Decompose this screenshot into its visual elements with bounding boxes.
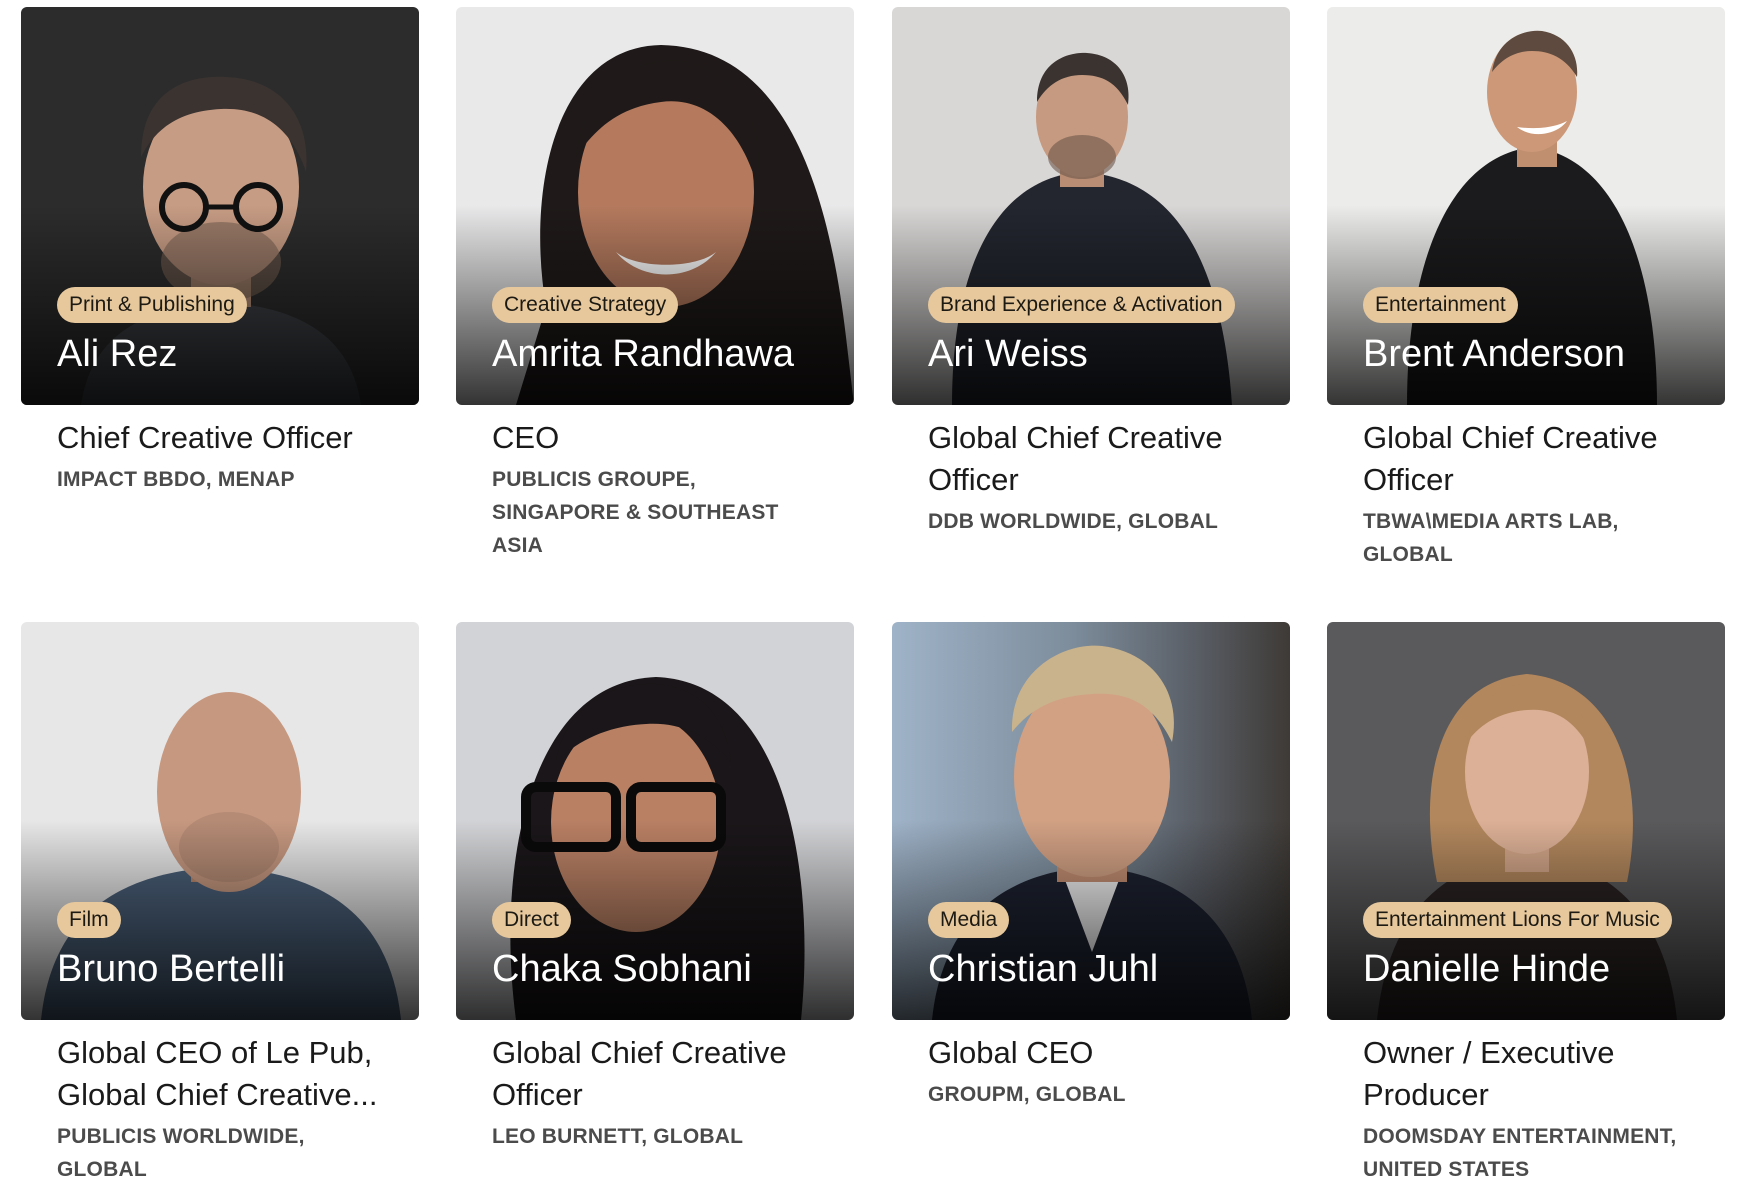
juror-photo[interactable]: Media Christian Juhl bbox=[892, 622, 1290, 1020]
category-tag: Direct bbox=[492, 902, 571, 938]
juror-card[interactable]: Direct Chaka Sobhani Global Chief Creati… bbox=[456, 622, 854, 1153]
juror-photo[interactable]: Entertainment Brent Anderson bbox=[1327, 7, 1725, 405]
juror-card[interactable]: Film Bruno Bertelli Global CEO of Le Pub… bbox=[21, 622, 419, 1186]
juror-role: Global Chief Creative Officer bbox=[492, 1035, 787, 1112]
juror-info: Global CEO GROUPM, GLOBAL bbox=[892, 1020, 1290, 1111]
juror-name[interactable]: Ari Weiss bbox=[928, 332, 1088, 376]
juror-name[interactable]: Danielle Hinde bbox=[1363, 947, 1610, 991]
juror-photo[interactable]: Film Bruno Bertelli bbox=[21, 622, 419, 1020]
category-tag: Entertainment Lions For Music bbox=[1363, 902, 1672, 938]
juror-info: Owner / Executive Producer DOOMSDAY ENTE… bbox=[1327, 1020, 1725, 1186]
juror-company: DDB WORLDWIDE, GLOBAL bbox=[928, 510, 1218, 533]
juror-photo[interactable]: Direct Chaka Sobhani bbox=[456, 622, 854, 1020]
juror-company: DOOMSDAY ENTERTAINMENT, UNITED STATES bbox=[1363, 1125, 1677, 1181]
juror-info: Global Chief Creative Officer DDB WORLDW… bbox=[892, 405, 1290, 538]
category-tag: Print & Publishing bbox=[57, 287, 247, 323]
juror-name[interactable]: Christian Juhl bbox=[928, 947, 1158, 991]
juror-role: Global CEO bbox=[928, 1035, 1094, 1070]
juror-role: CEO bbox=[492, 420, 560, 455]
juror-company: PUBLICIS GROUPE, SINGAPORE & SOUTHEAST A… bbox=[492, 468, 779, 557]
juror-name[interactable]: Bruno Bertelli bbox=[57, 947, 285, 991]
juror-photo[interactable]: Creative Strategy Amrita Randhawa bbox=[456, 7, 854, 405]
juror-info: Chief Creative Officer IMPACT BBDO, MENA… bbox=[21, 405, 419, 496]
juror-role: Global CEO of Le Pub, Global Chief Creat… bbox=[57, 1035, 378, 1112]
juror-name[interactable]: Ali Rez bbox=[57, 332, 177, 376]
juror-company: TBWA\MEDIA ARTS LAB, GLOBAL bbox=[1363, 510, 1619, 566]
juror-info: CEO PUBLICIS GROUPE, SINGAPORE & SOUTHEA… bbox=[456, 405, 854, 562]
juror-info: Global Chief Creative Officer LEO BURNET… bbox=[456, 1020, 854, 1153]
juror-name[interactable]: Brent Anderson bbox=[1363, 332, 1625, 376]
category-tag: Film bbox=[57, 902, 121, 938]
juror-role: Global Chief Creative Officer bbox=[928, 420, 1223, 497]
juror-card[interactable]: Entertainment Lions For Music Danielle H… bbox=[1327, 622, 1725, 1186]
juror-card[interactable]: Creative Strategy Amrita Randhawa CEO PU… bbox=[456, 7, 854, 562]
juror-company: LEO BURNETT, GLOBAL bbox=[492, 1125, 744, 1148]
juror-card[interactable]: Print & Publishing Ali Rez Chief Creativ… bbox=[21, 7, 419, 496]
juror-role: Owner / Executive Producer bbox=[1363, 1035, 1615, 1112]
juror-info: Global CEO of Le Pub, Global Chief Creat… bbox=[21, 1020, 419, 1186]
category-tag: Media bbox=[928, 902, 1010, 938]
juror-name[interactable]: Chaka Sobhani bbox=[492, 947, 752, 991]
juror-grid: Print & Publishing Ali Rez Chief Creativ… bbox=[0, 0, 1750, 1190]
juror-photo[interactable]: Brand Experience & Activation Ari Weiss bbox=[892, 7, 1290, 405]
juror-card[interactable]: Media Christian Juhl Global CEO GROUPM, … bbox=[892, 622, 1290, 1111]
juror-company: IMPACT BBDO, MENAP bbox=[57, 468, 295, 491]
juror-company: PUBLICIS WORLDWIDE, GLOBAL bbox=[57, 1125, 305, 1181]
juror-role: Global Chief Creative Officer bbox=[1363, 420, 1658, 497]
juror-role: Chief Creative Officer bbox=[57, 420, 353, 455]
juror-card[interactable]: Brand Experience & Activation Ari Weiss … bbox=[892, 7, 1290, 538]
juror-card[interactable]: Entertainment Brent Anderson Global Chie… bbox=[1327, 7, 1725, 571]
juror-company: GROUPM, GLOBAL bbox=[928, 1083, 1126, 1106]
juror-info: Global Chief Creative Officer TBWA\MEDIA… bbox=[1327, 405, 1725, 571]
juror-photo[interactable]: Entertainment Lions For Music Danielle H… bbox=[1327, 622, 1725, 1020]
juror-photo[interactable]: Print & Publishing Ali Rez bbox=[21, 7, 419, 405]
category-tag: Creative Strategy bbox=[492, 287, 679, 323]
category-tag: Brand Experience & Activation bbox=[928, 287, 1235, 323]
category-tag: Entertainment bbox=[1363, 287, 1518, 323]
juror-name[interactable]: Amrita Randhawa bbox=[492, 332, 794, 376]
